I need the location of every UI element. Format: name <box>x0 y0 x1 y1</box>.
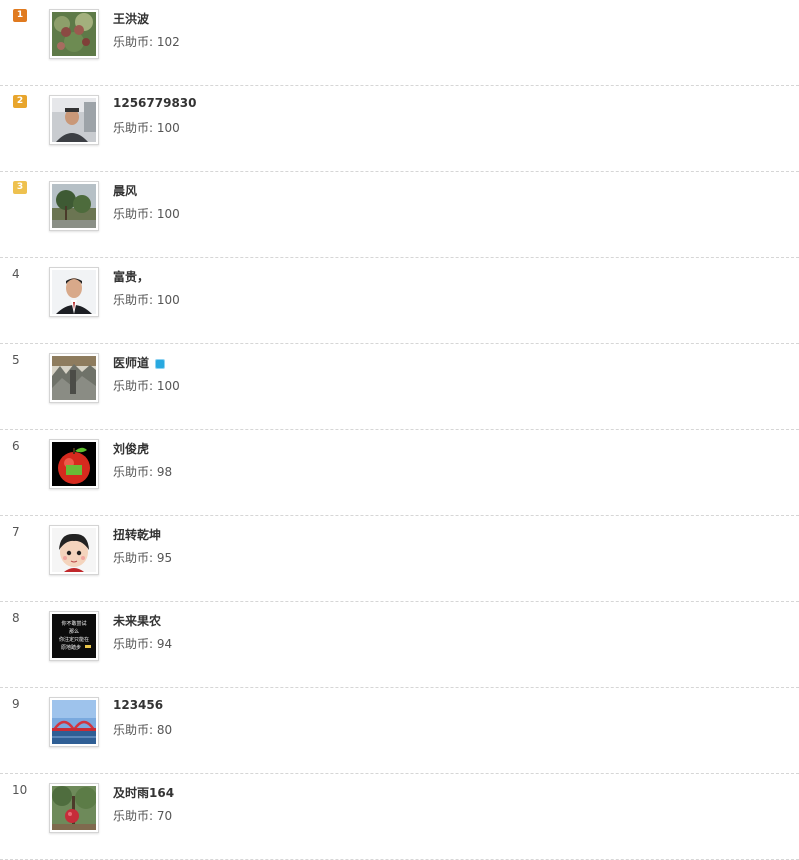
list-item: 2 1256779830 乐助币: 100 <box>0 86 799 172</box>
coin-count: 乐助币: 98 <box>113 465 173 479</box>
svg-text:你不敢尝试: 你不敢尝试 <box>61 620 86 627</box>
user-name[interactable]: 123456 <box>113 698 163 712</box>
avatar[interactable] <box>49 353 99 403</box>
rank-number: 8 <box>12 611 20 625</box>
garden-photo <box>52 184 96 228</box>
avatar[interactable] <box>49 267 99 317</box>
user-name[interactable]: 富贵， <box>113 268 149 285</box>
list-item: 3 晨风 乐助币: 100 <box>0 172 799 258</box>
coin-count: 乐助币: 80 <box>113 723 173 737</box>
portrait-photo <box>52 270 96 314</box>
verified-icon <box>155 358 166 369</box>
list-item: 1 王洪波 乐助币: 102 <box>0 0 799 86</box>
avatar[interactable] <box>49 525 99 575</box>
user-name[interactable]: 医师道 <box>113 354 166 371</box>
avatar[interactable] <box>49 783 99 833</box>
rank-number: 4 <box>12 267 20 281</box>
rank-number: 10 <box>12 783 28 797</box>
rank-number: 7 <box>12 525 20 539</box>
user-name[interactable]: 未来果农 <box>113 612 161 629</box>
user-name[interactable]: 及时雨164 <box>113 784 174 801</box>
svg-text:你注定只能在: 你注定只能在 <box>59 636 89 643</box>
rank-badge: 2 <box>13 95 27 108</box>
avatar[interactable]: 你不敢尝试 那么 你注定只能在 原地踏步 <box>49 611 99 661</box>
coin-count: 乐助币: 94 <box>113 637 173 651</box>
rank-badge: 3 <box>13 181 27 194</box>
list-item: 4 富贵， 乐助币: 100 <box>0 258 799 344</box>
bridge-photo <box>52 700 96 744</box>
avatar[interactable] <box>49 9 99 59</box>
list-item: 5 医师道 乐助币: 100 <box>0 344 799 430</box>
avatar[interactable] <box>49 95 99 145</box>
coin-count: 乐助币: 100 <box>113 379 180 393</box>
list-item: 9 123456 乐助币: 80 <box>0 688 799 774</box>
coin-count: 乐助币: 70 <box>113 809 173 823</box>
man-in-car-photo <box>52 98 96 142</box>
list-item: 8 你不敢尝试 那么 你注定只能在 原地踏步 未来果农 乐助币: 94 <box>0 602 799 688</box>
mountain-photo <box>52 356 96 400</box>
rank-number: 6 <box>12 439 20 453</box>
red-apple-image <box>52 442 96 486</box>
rank-number: 5 <box>12 353 20 367</box>
user-name[interactable]: 晨风 <box>113 182 137 199</box>
user-name[interactable]: 刘俊虎 <box>113 440 149 457</box>
avatar[interactable] <box>49 697 99 747</box>
coin-count: 乐助币: 102 <box>113 35 180 49</box>
list-item: 6 刘俊虎 乐助币: 98 <box>0 430 799 516</box>
coin-count: 乐助币: 100 <box>113 121 180 135</box>
user-name[interactable]: 1256779830 <box>113 96 197 110</box>
user-name[interactable]: 王洪波 <box>113 10 149 27</box>
list-item: 10 及时雨164 乐助币: 70 <box>0 774 799 860</box>
svg-text:那么: 那么 <box>69 628 79 635</box>
cartoon-girl-image <box>52 528 96 572</box>
svg-text:原地踏步: 原地踏步 <box>61 644 81 651</box>
user-name[interactable]: 扭转乾坤 <box>113 526 161 543</box>
fruit-tree-photo <box>52 12 96 56</box>
avatar[interactable] <box>49 439 99 489</box>
coin-count: 乐助币: 100 <box>113 207 180 221</box>
tree-fruit-photo <box>52 786 96 830</box>
rank-badge: 1 <box>13 9 27 22</box>
ranking-list: 1 王洪波 乐助币: 102 2 1256779830 乐助币: 100 3 晨… <box>0 0 799 860</box>
rank-number: 9 <box>12 697 20 711</box>
avatar[interactable] <box>49 181 99 231</box>
coin-count: 乐助币: 100 <box>113 293 180 307</box>
text-quote-image: 你不敢尝试 那么 你注定只能在 原地踏步 <box>52 614 96 658</box>
coin-count: 乐助币: 95 <box>113 551 173 565</box>
list-item: 7 扭转乾坤 乐助币: 95 <box>0 516 799 602</box>
